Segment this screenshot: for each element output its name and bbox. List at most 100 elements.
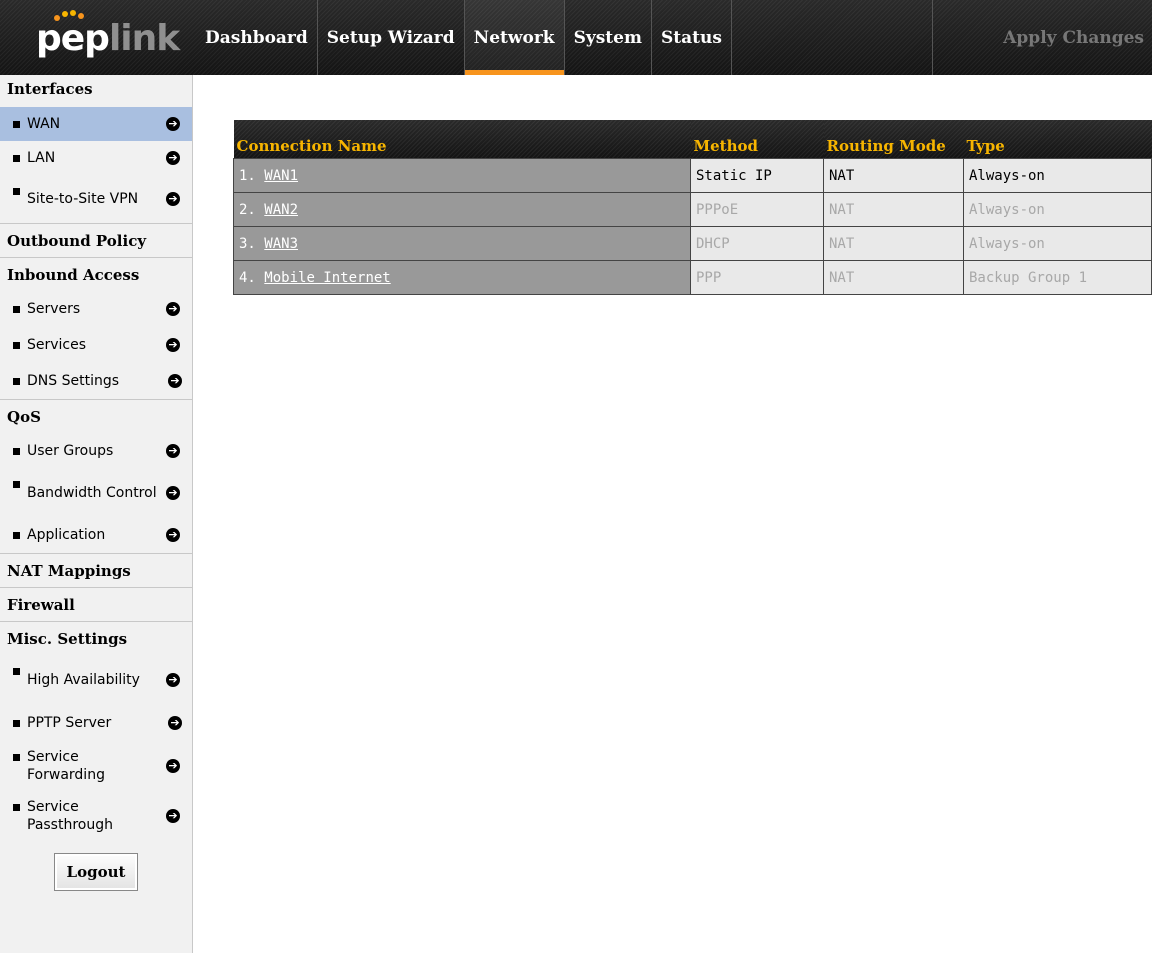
arrow-right-icon: ➔ xyxy=(168,374,182,388)
arrow-right-icon: ➔ xyxy=(166,302,180,316)
arrow-right-icon: ➔ xyxy=(166,486,180,500)
table-row[interactable]: 2. WAN2 PPPoE NAT Always-on xyxy=(233,192,1152,227)
method-cell: DHCP xyxy=(690,226,824,261)
sidebar-item-label: Bandwidth Control xyxy=(27,485,157,501)
connection-link-mobile-internet[interactable]: Mobile Internet xyxy=(264,270,390,286)
nav-dashboard[interactable]: Dashboard xyxy=(196,0,318,75)
sidebar-section-nat-mappings[interactable]: NAT Mappings xyxy=(0,553,192,587)
sidebar-item-services[interactable]: Services ➔ xyxy=(0,327,192,363)
sidebar-item-user-groups[interactable]: User Groups ➔ xyxy=(0,433,192,469)
sidebar-item-servers[interactable]: Servers ➔ xyxy=(0,291,192,327)
sidebar-item-label: High Availability xyxy=(27,672,140,688)
row-number: 1. xyxy=(239,167,256,184)
bullet-icon xyxy=(13,481,20,488)
sidebar-item-application[interactable]: Application ➔ xyxy=(0,517,192,553)
sidebar-section-inbound-access[interactable]: Inbound Access xyxy=(0,257,192,291)
col-header-type: Type xyxy=(964,120,1152,159)
table-row[interactable]: 3. WAN3 DHCP NAT Always-on xyxy=(233,226,1152,261)
sidebar-item-label: DNS Settings xyxy=(27,373,120,389)
bullet-icon xyxy=(13,377,20,385)
bullet-icon xyxy=(13,719,20,727)
routing-mode-cell: NAT xyxy=(823,226,964,261)
bullet-icon xyxy=(13,668,20,675)
type-cell: Backup Group 1 xyxy=(963,260,1152,295)
method-cell: Static IP xyxy=(690,158,824,193)
sidebar-item-label: Servers xyxy=(27,301,81,317)
bullet-icon xyxy=(13,120,20,128)
connection-link-wan1[interactable]: WAN1 xyxy=(264,168,298,184)
sidebar-item-label: Site-to-Site VPN xyxy=(27,191,139,207)
bullet-icon xyxy=(13,531,20,539)
sidebar-item-label: Service Forwarding xyxy=(27,749,105,783)
sidebar-item-label: WAN xyxy=(27,116,61,132)
bullet-icon xyxy=(13,188,20,195)
top-bar: peplink Dashboard Setup Wizard Network S… xyxy=(0,0,1152,75)
method-cell: PPPoE xyxy=(690,192,824,227)
nav-network[interactable]: Network xyxy=(464,0,565,75)
sidebar-item-label: User Groups xyxy=(27,443,114,459)
nav-system[interactable]: System xyxy=(565,0,652,75)
sidebar-item-site-to-site-vpn[interactable]: Site-to-Site VPN ➔ xyxy=(0,175,192,223)
connection-link-wan3[interactable]: WAN3 xyxy=(264,236,298,252)
arrow-right-icon: ➔ xyxy=(166,444,180,458)
sidebar-item-label: Services xyxy=(27,337,87,353)
nav-spacer xyxy=(732,0,933,75)
sidebar-item-service-forwarding[interactable]: Service Forwarding ➔ xyxy=(0,741,192,791)
bullet-icon xyxy=(13,305,20,313)
sidebar-section-misc-settings[interactable]: Misc. Settings xyxy=(0,621,192,655)
peplink-logo[interactable]: peplink xyxy=(0,0,194,75)
method-cell: PPP xyxy=(690,260,824,295)
logout-button[interactable]: Logout xyxy=(54,853,138,891)
bullet-icon xyxy=(13,804,20,811)
sidebar-section-interfaces[interactable]: Interfaces xyxy=(0,75,192,107)
logout-container: Logout xyxy=(0,853,192,891)
sidebar-item-label: PPTP Server xyxy=(27,715,112,731)
arrow-right-icon: ➔ xyxy=(166,338,180,352)
bullet-icon xyxy=(13,154,20,162)
row-number: 2. xyxy=(239,201,256,218)
arrow-right-icon: ➔ xyxy=(168,716,182,730)
sidebar-item-lan[interactable]: LAN ➔ xyxy=(0,141,192,175)
sidebar-item-label: LAN xyxy=(27,150,56,166)
bullet-icon xyxy=(13,447,20,455)
arrow-right-icon: ➔ xyxy=(166,117,180,131)
arrow-right-icon: ➔ xyxy=(166,809,180,823)
sidebar-section-firewall[interactable]: Firewall xyxy=(0,587,192,621)
type-cell: Always-on xyxy=(963,158,1152,193)
logo-wordmark: peplink xyxy=(36,18,180,59)
type-cell: Always-on xyxy=(963,226,1152,261)
sidebar-item-wan[interactable]: WAN ➔ xyxy=(0,107,192,141)
routing-mode-cell: NAT xyxy=(823,192,964,227)
table-header-row: Connection Name Method Routing Mode Type xyxy=(234,120,1152,159)
apply-changes-button[interactable]: Apply Changes xyxy=(1003,0,1144,75)
arrow-right-icon: ➔ xyxy=(166,759,180,773)
nav-status[interactable]: Status xyxy=(652,0,732,75)
row-number: 3. xyxy=(239,235,256,252)
row-number: 4. xyxy=(239,269,256,286)
connection-link-wan2[interactable]: WAN2 xyxy=(264,202,298,218)
bullet-icon xyxy=(13,754,20,761)
connection-name-cell: 4. Mobile Internet xyxy=(233,260,691,295)
sidebar-item-dns-settings[interactable]: DNS Settings ➔ xyxy=(0,363,192,399)
type-cell: Always-on xyxy=(963,192,1152,227)
sidebar-item-high-availability[interactable]: High Availability ➔ xyxy=(0,655,192,705)
sidebar: Interfaces WAN ➔ LAN ➔ Site-to-Site VPN … xyxy=(0,75,193,953)
sidebar-item-service-passthrough[interactable]: Service Passthrough ➔ xyxy=(0,791,192,841)
connection-name-cell: 2. WAN2 xyxy=(233,192,691,227)
arrow-right-icon: ➔ xyxy=(166,192,180,206)
connection-name-cell: 1. WAN1 xyxy=(233,158,691,193)
arrow-right-icon: ➔ xyxy=(166,528,180,542)
sidebar-item-pptp-server[interactable]: PPTP Server ➔ xyxy=(0,705,192,741)
connection-name-cell: 3. WAN3 xyxy=(233,226,691,261)
sidebar-item-bandwidth-control[interactable]: Bandwidth Control ➔ xyxy=(0,469,192,517)
table-row[interactable]: 1. WAN1 Static IP NAT Always-on xyxy=(233,158,1152,193)
sidebar-item-label: Service Passthrough xyxy=(27,799,113,833)
table-row[interactable]: 4. Mobile Internet PPP NAT Backup Group … xyxy=(233,260,1152,295)
sidebar-section-qos[interactable]: QoS xyxy=(0,399,192,433)
wan-connections-table: Connection Name Method Routing Mode Type… xyxy=(233,120,1152,295)
bullet-icon xyxy=(13,341,20,349)
col-header-method: Method xyxy=(691,120,824,159)
sidebar-section-outbound-policy[interactable]: Outbound Policy xyxy=(0,223,192,257)
nav-setup-wizard[interactable]: Setup Wizard xyxy=(318,0,465,75)
arrow-right-icon: ➔ xyxy=(166,151,180,165)
